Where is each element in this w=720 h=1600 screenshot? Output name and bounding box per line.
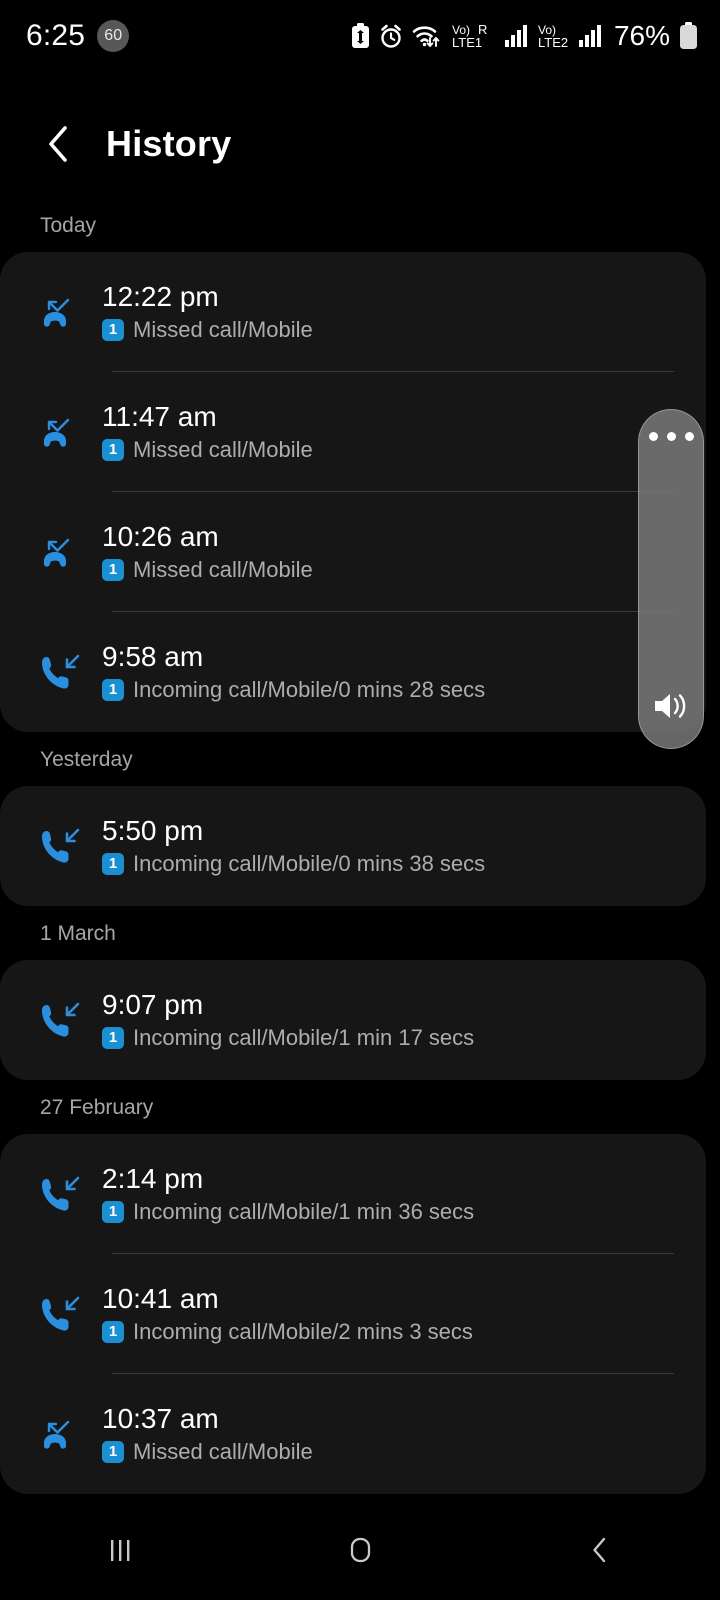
group-label: Today — [40, 214, 97, 237]
call-subtitle: 1 Incoming call/Mobile/1 min 17 secs — [102, 1025, 474, 1051]
call-history-row[interactable]: 12:22 pm 1 Missed call/Mobile — [0, 252, 706, 372]
home-button[interactable] — [300, 1500, 420, 1600]
call-history-row[interactable]: 9:07 pm 1 Incoming call/Mobile/1 min 17 se… — [0, 960, 706, 1080]
call-history-row[interactable]: 5:50 pm 1 Incoming call/Mobile/0 mins 38 s… — [0, 786, 706, 906]
nav-back-button[interactable] — [540, 1500, 660, 1600]
call-time: 2:14 pm — [102, 1163, 204, 1195]
call-time: 10:37 am — [102, 1403, 219, 1435]
call-history-row[interactable]: 9:58 am 1 Incoming call/Mobile/0 mins 28 s… — [0, 612, 706, 732]
call-description: Incoming call/Mobile/2 mins 3 secs — [133, 1318, 473, 1344]
call-subtitle: 1 Incoming call/Mobile/0 mins 38 secs — [102, 851, 485, 877]
sim-badge: 1 — [102, 1026, 124, 1049]
call-row-text: 10:41 am 1 Incoming call/Mobile/2 mins 3 s… — [102, 1283, 473, 1344]
sim-badge: 1 — [102, 852, 124, 875]
call-time: 9:58 am — [102, 641, 204, 673]
call-subtitle: 1 Incoming call/Mobile/0 mins 28 secs — [102, 677, 485, 703]
recents-button[interactable] — [60, 1500, 180, 1600]
call-row-text: 12:22 pm 1 Missed call/Mobile — [102, 281, 313, 342]
call-description: Missed call/Mobile — [133, 1438, 313, 1464]
call-row-text: 11:47 am 1 Missed call/Mobile — [102, 401, 313, 462]
call-row-text: 10:26 am 1 Missed call/Mobile — [102, 521, 313, 582]
page-title: History — [106, 123, 232, 164]
call-group-card: 12:22 pm 1 Missed call/Mobile 11:47 am 1 Miss… — [0, 252, 706, 732]
incoming-call-icon — [40, 825, 102, 867]
sim-badge: 1 — [102, 318, 124, 341]
incoming-call-icon — [40, 1293, 102, 1335]
incoming-call-icon — [40, 1173, 102, 1215]
volume-panel[interactable] — [638, 409, 704, 749]
phone-screen: 6:25 60 Vo) R LTE1 Vo) LTE2 76% History … — [0, 0, 720, 1600]
call-history-row[interactable]: 11:47 am 1 Missed call/Mobile — [0, 372, 706, 492]
call-time: 10:26 am — [102, 521, 219, 553]
call-row-text: 9:58 am 1 Incoming call/Mobile/0 mins 28 s… — [102, 641, 485, 702]
sim-badge: 1 — [102, 1200, 124, 1223]
call-subtitle: 1 Missed call/Mobile — [102, 557, 313, 583]
volume-more-options-icon[interactable] — [648, 432, 694, 441]
app-bar: History — [0, 100, 720, 188]
call-time: 10:41 am — [102, 1283, 219, 1315]
call-group-card: 5:50 pm 1 Incoming call/Mobile/0 mins 38 s… — [0, 786, 706, 906]
call-row-text: 10:37 am 1 Missed call/Mobile — [102, 1403, 313, 1464]
signal-sim1-icon — [504, 24, 529, 48]
volte-sim2-icon: Vo) LTE2 — [538, 22, 570, 50]
call-description: Incoming call/Mobile/0 mins 28 secs — [133, 676, 486, 702]
wifi-icon — [412, 23, 443, 49]
call-description: Incoming call/Mobile/1 min 17 secs — [133, 1024, 475, 1050]
call-history-row[interactable]: 10:37 am 1 Missed call/Mobile — [0, 1374, 706, 1494]
call-history-row[interactable]: 10:26 am 1 Missed call/Mobile — [0, 492, 706, 612]
call-subtitle: 1 Incoming call/Mobile/1 min 36 secs — [102, 1199, 474, 1225]
navigation-bar — [0, 1500, 720, 1600]
call-time: 12:22 pm — [102, 281, 219, 313]
call-description: Missed call/Mobile — [133, 436, 313, 462]
sim-badge: 1 — [102, 438, 124, 461]
sim-badge: 1 — [102, 678, 124, 701]
sim-badge: 1 — [102, 1320, 124, 1343]
missed-call-icon — [40, 532, 102, 572]
call-group-card: 9:07 pm 1 Incoming call/Mobile/1 min 17 se… — [0, 960, 706, 1080]
status-bar: 6:25 60 Vo) R LTE1 Vo) LTE2 76% — [0, 0, 720, 72]
call-description: Incoming call/Mobile/1 min 36 secs — [133, 1198, 475, 1224]
call-subtitle: 1 Missed call/Mobile — [102, 437, 313, 463]
call-history-row[interactable]: 2:14 pm 1 Incoming call/Mobile/1 min 36 se… — [0, 1134, 706, 1254]
call-group-card: 2:14 pm 1 Incoming call/Mobile/1 min 36 se… — [0, 1134, 706, 1494]
call-description: Incoming call/Mobile/0 mins 38 secs — [133, 850, 486, 876]
call-row-text: 9:07 pm 1 Incoming call/Mobile/1 min 17 se… — [102, 989, 474, 1050]
battery-icon — [679, 22, 698, 50]
group-label: 1 March — [40, 922, 116, 945]
call-time: 5:50 pm — [102, 815, 204, 847]
call-description: Missed call/Mobile — [133, 556, 313, 582]
status-bar-right: Vo) R LTE1 Vo) LTE2 76% — [351, 20, 698, 52]
call-description: Missed call/Mobile — [133, 316, 313, 342]
call-history-row[interactable]: 10:41 am 1 Incoming call/Mobile/2 mins 3 s… — [0, 1254, 706, 1374]
svg-text:LTE2: LTE2 — [538, 35, 568, 50]
call-time: 9:07 pm — [102, 989, 204, 1021]
signal-sim2-icon — [578, 24, 603, 48]
status-bar-left: 6:25 60 — [26, 19, 130, 53]
speaker-icon[interactable] — [651, 688, 691, 724]
call-row-text: 2:14 pm 1 Incoming call/Mobile/1 min 36 se… — [102, 1163, 474, 1224]
battery-percent-label: 76% — [613, 20, 670, 51]
back-button[interactable] — [38, 124, 78, 164]
call-history-list[interactable]: Today 12:22 pm 1 Missed call/Mobile 11:47 am… — [0, 198, 720, 1494]
call-time: 11:47 am — [102, 401, 217, 433]
call-subtitle: 1 Missed call/Mobile — [102, 1439, 313, 1465]
volte-sim1-icon: Vo) R LTE1 — [452, 22, 496, 50]
group-label: Yesterday — [40, 748, 133, 771]
group-label: 27 February — [40, 1096, 154, 1119]
call-subtitle: 1 Incoming call/Mobile/2 mins 3 secs — [102, 1319, 473, 1345]
call-row-text: 5:50 pm 1 Incoming call/Mobile/0 mins 38 s… — [102, 815, 485, 876]
battery-saver-icon — [351, 23, 370, 49]
missed-call-icon — [40, 292, 102, 332]
missed-call-icon — [40, 412, 102, 452]
status-bar-clock: 6:25 — [26, 19, 86, 52]
missed-call-icon — [40, 1414, 102, 1454]
svg-text:LTE1: LTE1 — [452, 35, 482, 50]
notification-count-badge: 60 — [97, 20, 130, 52]
alarm-icon — [379, 24, 403, 49]
incoming-call-icon — [40, 999, 102, 1041]
sim-badge: 1 — [102, 558, 124, 581]
sim-badge: 1 — [102, 1440, 124, 1463]
call-subtitle: 1 Missed call/Mobile — [102, 317, 313, 343]
incoming-call-icon — [40, 651, 102, 693]
